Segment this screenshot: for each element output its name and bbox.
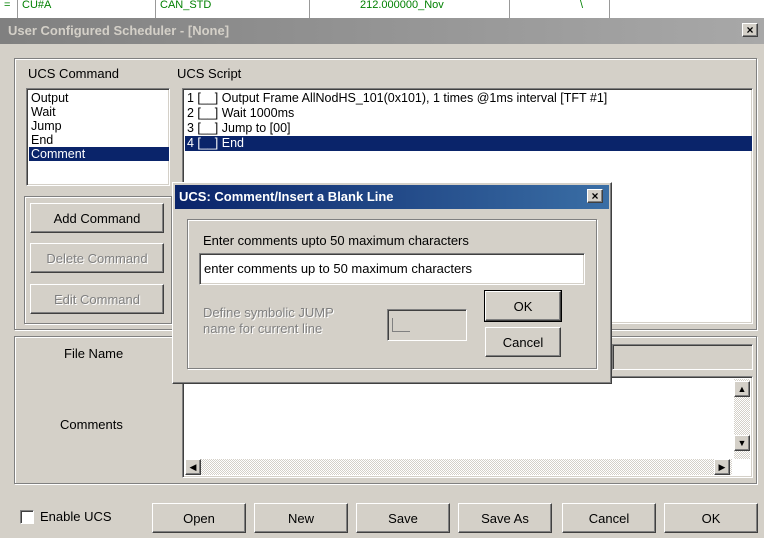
new-label: New — [287, 510, 314, 526]
bg-cell: CU#A — [18, 0, 156, 18]
save-button[interactable]: Save — [356, 503, 450, 533]
dialog-ok-button[interactable]: OK — [484, 290, 562, 322]
symbolic-jump-caret — [392, 318, 410, 332]
symbolic-jump-label: Define symbolic JUMP name for current li… — [203, 305, 334, 337]
comments-textarea[interactable]: ▲ ▼ ◀ ▶ — [182, 376, 753, 478]
command-item-wait[interactable]: Wait — [29, 105, 169, 119]
edit-command-button[interactable]: Edit Command — [30, 284, 164, 314]
save-label: Save — [388, 510, 418, 526]
add-command-button[interactable]: Add Command — [30, 203, 164, 233]
bg-cell-marker: = — [0, 0, 18, 18]
bg-cell: 212.000000_Nov — [310, 0, 510, 18]
new-button[interactable]: New — [254, 503, 348, 533]
dialog-close-button[interactable]: × — [587, 189, 603, 203]
dialog-title: UCS: Comment/Insert a Blank Line — [179, 189, 394, 204]
comments-label: Comments — [60, 417, 123, 432]
script-line[interactable]: 3 [__] Jump to [00] — [185, 121, 752, 136]
dialog-title-bar: UCS: Comment/Insert a Blank Line × — [175, 185, 609, 209]
edit-command-label: Edit Command — [54, 291, 140, 307]
delete-command-label: Delete Command — [46, 250, 148, 266]
main-close-button[interactable]: × — [742, 23, 758, 37]
main-title: User Configured Scheduler - [None] — [8, 23, 230, 38]
comments-hscroll[interactable] — [185, 459, 732, 475]
ucs-command-label: UCS Command — [28, 66, 120, 81]
delete-command-button[interactable]: Delete Command — [30, 243, 164, 273]
dialog-cancel-button[interactable]: Cancel — [485, 327, 561, 357]
file-name-field — [612, 344, 753, 370]
main-title-bar: User Configured Scheduler - [None] × — [0, 18, 764, 44]
script-line[interactable]: 4 [__] End — [185, 136, 752, 151]
symbolic-jump-input[interactable] — [387, 309, 467, 341]
scroll-right-icon[interactable]: ▶ — [714, 459, 730, 475]
ok-button[interactable]: OK — [664, 503, 758, 533]
dialog-cancel-label: Cancel — [502, 334, 544, 350]
close-icon: × — [591, 189, 599, 203]
bg-cell: \ — [510, 0, 610, 18]
scroll-left-icon[interactable]: ◀ — [185, 459, 201, 475]
command-item-comment[interactable]: Comment — [29, 147, 169, 161]
symbolic-jump-label-line1: Define symbolic JUMP — [203, 305, 334, 320]
script-line[interactable]: 1 [__] Output Frame AllNodHS_101(0x101),… — [185, 91, 752, 106]
cancel-button[interactable]: Cancel — [562, 503, 656, 533]
file-name-label: File Name — [64, 346, 124, 361]
background-grid-strip: = CU#A CAN_STD 212.000000_Nov \ — [0, 0, 764, 18]
comment-input-value: enter comments up to 50 maximum characte… — [204, 261, 473, 276]
command-item-output[interactable]: Output — [29, 91, 169, 105]
comment-input[interactable]: enter comments up to 50 maximum characte… — [199, 253, 585, 285]
open-label: Open — [183, 510, 215, 526]
comment-dialog: UCS: Comment/Insert a Blank Line × Enter… — [172, 182, 612, 384]
comment-prompt: Enter comments upto 50 maximum character… — [203, 233, 469, 248]
save-as-label: Save As — [481, 510, 529, 526]
add-command-label: Add Command — [53, 210, 141, 226]
enable-ucs-checkbox[interactable] — [20, 510, 34, 524]
script-line[interactable]: 2 [__] Wait 1000ms — [185, 106, 752, 121]
bg-cell: CAN_STD — [156, 0, 310, 18]
open-button[interactable]: Open — [152, 503, 246, 533]
ok-label: OK — [701, 510, 721, 526]
ucs-script-label: UCS Script — [177, 66, 242, 81]
cancel-label: Cancel — [588, 510, 630, 526]
save-as-button[interactable]: Save As — [458, 503, 552, 533]
command-list[interactable]: Output Wait Jump End Comment — [26, 88, 170, 186]
symbolic-jump-label-line2: name for current line — [203, 321, 323, 336]
enable-ucs-label[interactable]: Enable UCS — [40, 509, 112, 524]
command-item-jump[interactable]: Jump — [29, 119, 169, 133]
command-item-end[interactable]: End — [29, 133, 169, 147]
scroll-down-icon[interactable]: ▼ — [734, 435, 750, 451]
dialog-ok-label: OK — [513, 298, 533, 314]
scroll-up-icon[interactable]: ▲ — [734, 381, 750, 397]
close-icon: × — [746, 23, 754, 37]
